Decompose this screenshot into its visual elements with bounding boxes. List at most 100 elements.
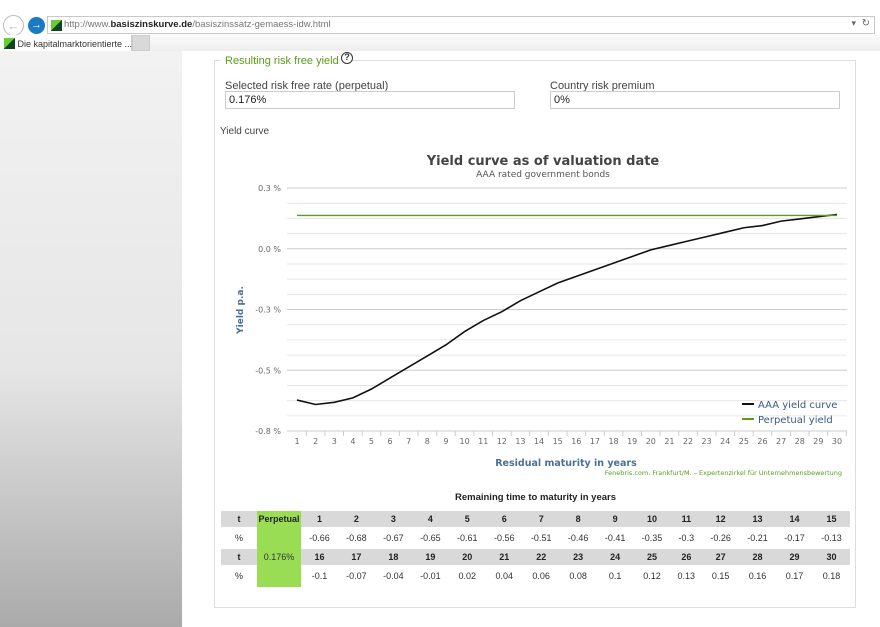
x-tick-label: 18 xyxy=(608,437,618,446)
y-tick-label: 0.0 % xyxy=(258,245,281,254)
maturity-cell: 18 xyxy=(374,549,412,565)
yield-cell: 0.12 xyxy=(643,571,661,581)
perpetual-value: 0.176% xyxy=(257,527,301,587)
yield-cell: -0.13 xyxy=(821,533,842,543)
chart-title: Yield curve as of valuation date xyxy=(426,154,660,169)
x-tick-label: 16 xyxy=(571,437,581,446)
yield-cell: -0.68 xyxy=(346,533,367,543)
chart-subtitle: AAA rated government bonds xyxy=(476,170,610,180)
x-tick-label: 14 xyxy=(534,437,544,446)
yield-cell: 0.17 xyxy=(785,571,804,581)
chart-credit: Fenebris.com. Frankfurt/M. – Expertenzir… xyxy=(605,469,842,477)
yield-cell: -0.67 xyxy=(383,533,404,543)
x-tick-label: 3 xyxy=(332,437,337,446)
maturity-cell: 23 xyxy=(559,549,597,565)
y-tick-label: -0.5 % xyxy=(255,366,281,375)
maturity-cell: 1 xyxy=(301,511,338,527)
t-header: t xyxy=(221,511,257,527)
x-tick-label: 21 xyxy=(664,437,674,446)
maturity-cell: 4 xyxy=(411,511,449,527)
x-tick-label: 28 xyxy=(795,437,805,446)
maturity-cell: 6 xyxy=(485,511,523,527)
x-tick-label: 4 xyxy=(350,437,355,446)
x-tick-label: 24 xyxy=(720,437,730,446)
maturity-cell: 13 xyxy=(739,511,777,527)
maturity-cell: 17 xyxy=(337,549,375,565)
x-tick-label: 25 xyxy=(739,437,749,446)
yield-cell: -0.04 xyxy=(383,571,404,581)
yield-cell: -0.66 xyxy=(309,533,330,543)
x-tick-label: 9 xyxy=(443,437,448,446)
yield-cell: -0.21 xyxy=(747,533,768,543)
maturity-cell: 15 xyxy=(812,511,850,527)
yield-cell: -0.07 xyxy=(346,571,367,581)
x-tick-label: 30 xyxy=(832,437,842,446)
x-tick-label: 6 xyxy=(388,437,393,446)
x-tick-label: 5 xyxy=(369,437,374,446)
maturity-cell: 9 xyxy=(596,511,634,527)
maturity-cell: 22 xyxy=(522,549,560,565)
y-tick-label: -0.8 % xyxy=(255,427,281,436)
x-tick-label: 10 xyxy=(459,437,469,446)
yield-cell: 0.15 xyxy=(711,571,730,581)
x-tick-label: 11 xyxy=(478,437,488,446)
x-tick-label: 26 xyxy=(757,437,767,446)
pct-header: % xyxy=(234,571,243,581)
yield-cell: 0.16 xyxy=(748,571,767,581)
maturity-cell: 30 xyxy=(812,549,850,565)
maturity-cell: 5 xyxy=(448,511,486,527)
yield-cell: 0.1 xyxy=(608,571,622,581)
maturity-cell: 26 xyxy=(670,549,703,565)
perpetual-header: Perpetual xyxy=(257,511,301,527)
maturity-cell: 14 xyxy=(776,511,813,527)
x-tick-label: 12 xyxy=(497,437,507,446)
yield-cell: -0.51 xyxy=(530,533,552,543)
x-tick-label: 27 xyxy=(776,437,786,446)
maturity-cell: 27 xyxy=(702,549,740,565)
yield-cell: 0.04 xyxy=(495,571,513,581)
x-tick-label: 8 xyxy=(425,437,430,446)
t-header: t xyxy=(221,549,257,565)
maturity-cell: 11 xyxy=(670,511,703,527)
x-tick-label: 29 xyxy=(813,437,823,446)
yield-cell: -0.56 xyxy=(493,533,515,543)
legend-label: AAA yield curve xyxy=(758,400,837,411)
maturity-cell: 7 xyxy=(522,511,560,527)
yield-cell: 0.08 xyxy=(569,571,587,581)
x-tick-label: 17 xyxy=(590,437,600,446)
maturity-cell: 2 xyxy=(337,511,375,527)
yield-cell: 0.13 xyxy=(677,571,696,581)
x-tick-label: 20 xyxy=(646,437,656,446)
x-tick-label: 7 xyxy=(406,437,411,446)
yield-cell: -0.35 xyxy=(641,533,663,543)
yield-cell: -0.65 xyxy=(420,533,441,543)
maturity-cell: 16 xyxy=(301,549,338,565)
legend-label: Perpetual yield xyxy=(758,415,833,426)
maturity-cell: 3 xyxy=(374,511,412,527)
x-tick-label: 1 xyxy=(294,437,299,446)
x-tick-label: 19 xyxy=(627,437,637,446)
maturity-cell: 28 xyxy=(739,549,777,565)
maturity-cell: 25 xyxy=(633,549,671,565)
maturity-cell: 10 xyxy=(633,511,671,527)
pct-header: % xyxy=(234,533,243,543)
x-tick-label: 2 xyxy=(313,437,318,446)
yield-cell: -0.01 xyxy=(420,571,441,581)
x-axis-label: Residual maturity in years xyxy=(495,458,637,469)
yield-cell: -0.41 xyxy=(604,533,626,543)
x-tick-label: 22 xyxy=(683,437,693,446)
yield-cell: -0.1 xyxy=(311,571,328,581)
yield-table: t Perpetual 1 2 3 4 5 6 7 8 9 10 11 12 13 14 15 % 0.176% -… xyxy=(221,511,850,587)
yield-cell: 0.18 xyxy=(822,571,841,581)
maturity-cell: 19 xyxy=(411,549,449,565)
x-tick-label: 15 xyxy=(553,437,563,446)
yield-cell: -0.17 xyxy=(784,533,805,543)
yield-cell: 0.06 xyxy=(532,571,550,581)
maturity-cell: 12 xyxy=(702,511,740,527)
table-title: Remaining time to maturity in years xyxy=(454,492,616,503)
maturity-cell: 20 xyxy=(448,549,486,565)
yield-cell: -0.26 xyxy=(710,533,731,543)
y-axis-label: Yield p.a. xyxy=(236,286,246,335)
yield-cell: -0.3 xyxy=(678,533,695,543)
maturity-cell: 21 xyxy=(485,549,523,565)
